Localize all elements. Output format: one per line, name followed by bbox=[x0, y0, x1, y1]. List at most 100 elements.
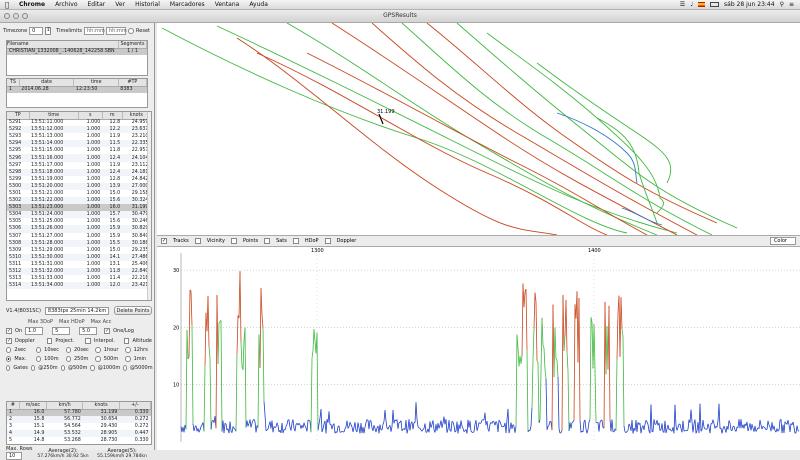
trackpoint-row[interactable]: 529913:51:19.0001.00012.824.842 bbox=[7, 176, 151, 183]
trackpoint-row[interactable]: 530713:51:27.0001.00015.930.849 bbox=[7, 233, 151, 240]
trackpoint-row[interactable]: 530313:51:23.0001.00016.031.199 bbox=[7, 204, 151, 211]
timezone-stepper[interactable]: ↕ bbox=[45, 27, 51, 35]
speed-option-radio[interactable] bbox=[31, 365, 35, 371]
timezone-input[interactable]: 0 bbox=[29, 27, 43, 35]
doppler-map-checkbox[interactable] bbox=[325, 238, 331, 244]
result-row[interactable]: 414.953.53228.9050.447 bbox=[7, 430, 151, 437]
flag-icon[interactable] bbox=[698, 2, 705, 7]
interpol-checkbox[interactable] bbox=[85, 338, 91, 344]
menu-historial[interactable]: Historial bbox=[130, 0, 165, 9]
trackpoint-row[interactable]: 531113:51:31.0001.00013.125.406 bbox=[7, 261, 151, 268]
speed-option-radio[interactable] bbox=[6, 347, 11, 353]
filter-on-checkbox[interactable]: ✓ bbox=[6, 328, 12, 334]
trackpoint-row[interactable]: 529613:51:16.0001.00012.424.104 bbox=[7, 154, 151, 161]
max-3dop-input[interactable]: 1.0 bbox=[25, 327, 43, 335]
search-icon[interactable]: ⚲ bbox=[780, 0, 784, 10]
time-from-input[interactable]: hh:mm bbox=[84, 27, 104, 35]
trackpoint-row[interactable]: 529413:51:14.0001.00011.522.335 bbox=[7, 140, 151, 147]
menu-editar[interactable]: Editar bbox=[83, 0, 111, 9]
speed-option-radio[interactable] bbox=[36, 356, 41, 362]
speed-option-radio[interactable] bbox=[95, 347, 100, 353]
speed-option-radio[interactable] bbox=[125, 347, 130, 353]
col-tp-m[interactable]: m bbox=[102, 112, 122, 119]
trackpoint-row[interactable]: 530913:51:29.0001.00015.029.235 bbox=[7, 247, 151, 254]
col-segments[interactable]: Segments bbox=[119, 41, 147, 48]
speed-option-radio[interactable] bbox=[6, 365, 10, 371]
col-res-kmh[interactable]: km/h bbox=[46, 402, 82, 409]
wifi-icon[interactable]: ☰ bbox=[680, 0, 685, 10]
trackpoint-row[interactable]: 530413:51:24.0001.00015.730.479 bbox=[7, 211, 151, 218]
trackpoints-scrollbar[interactable] bbox=[147, 112, 151, 300]
menu-marcadores[interactable]: Marcadores bbox=[165, 0, 210, 9]
vicinity-checkbox[interactable] bbox=[195, 238, 201, 244]
altitude-checkbox[interactable] bbox=[124, 338, 130, 344]
speed-option-radio[interactable] bbox=[123, 365, 127, 371]
col-filename[interactable]: Filename bbox=[7, 41, 119, 48]
trackpoint-row[interactable]: 529713:51:17.0001.00011.923.112 bbox=[7, 162, 151, 169]
menu-ver[interactable]: Ver bbox=[110, 0, 130, 9]
col-ts[interactable]: TS bbox=[7, 79, 19, 86]
trackpoint-row[interactable]: 530613:51:26.0001.00015.930.829 bbox=[7, 225, 151, 232]
volume-icon[interactable]: ♩ bbox=[690, 0, 693, 10]
trackpoint-row[interactable]: 530813:51:28.0001.00015.530.188 bbox=[7, 240, 151, 247]
col-tp-time[interactable]: time bbox=[29, 112, 78, 119]
col-date[interactable]: date bbox=[19, 79, 74, 86]
trackpoint-row[interactable]: 529313:51:13.0001.00011.923.210 bbox=[7, 133, 151, 140]
speed-option-radio[interactable] bbox=[66, 347, 71, 353]
result-row[interactable]: 116.057.78031.1990.330 bbox=[7, 409, 151, 416]
project-checkbox[interactable] bbox=[47, 338, 53, 344]
result-row[interactable]: 215.856.77230.6540.272 bbox=[7, 416, 151, 423]
speed-option-radio[interactable] bbox=[125, 356, 130, 362]
time-to-input[interactable]: hh:mm bbox=[106, 27, 126, 35]
trackpoint-row[interactable]: 531413:51:34.0001.00012.023.421 bbox=[7, 282, 151, 289]
sats-checkbox[interactable] bbox=[264, 238, 270, 244]
clock[interactable]: sáb 28 jun 23:44 bbox=[724, 0, 775, 10]
col-tp[interactable]: #TP bbox=[118, 79, 146, 86]
session-row[interactable]: 1 2014.06.28 12:23:50 8383 bbox=[7, 86, 147, 93]
col-time[interactable]: time bbox=[74, 79, 118, 86]
trackpoint-row[interactable]: 531313:51:33.0001.00011.422.218 bbox=[7, 275, 151, 282]
result-row[interactable]: 514.853.26828.7300.330 bbox=[7, 437, 151, 444]
trackpoint-row[interactable]: 530013:51:20.0001.00013.927.000 bbox=[7, 183, 151, 190]
trackpoint-row[interactable]: 530513:51:25.0001.00015.630.246 bbox=[7, 218, 151, 225]
col-tp-s[interactable]: s bbox=[78, 112, 102, 119]
col-res-knots[interactable]: knots bbox=[83, 402, 119, 409]
trackpoint-row[interactable]: 529213:51:12.0001.00012.223.637 bbox=[7, 126, 151, 133]
col-tp-num[interactable]: TP bbox=[7, 112, 29, 119]
points-checkbox[interactable] bbox=[231, 238, 237, 244]
trackpoint-row[interactable]: 530213:51:22.0001.00015.630.324 bbox=[7, 197, 151, 204]
trackpoint-row[interactable]: 529513:51:15.0001.00011.822.957 bbox=[7, 147, 151, 154]
speed-option-radio[interactable] bbox=[61, 365, 65, 371]
col-res-pm[interactable]: +/- bbox=[119, 402, 150, 409]
result-row[interactable]: 315.154.56429.4300.272 bbox=[7, 423, 151, 430]
one-log-checkbox[interactable]: ✓ bbox=[104, 328, 110, 334]
track-map[interactable]: 31.199 bbox=[157, 23, 800, 235]
color-select[interactable]: Color bbox=[770, 237, 796, 245]
speed-option-radio[interactable] bbox=[66, 356, 71, 362]
menu-app[interactable]: Chrome bbox=[14, 0, 50, 9]
doppler-checkbox[interactable]: ✓ bbox=[6, 338, 12, 344]
menu-ventana[interactable]: Ventana bbox=[210, 0, 245, 9]
menu-ayuda[interactable]: Ayuda bbox=[244, 0, 273, 9]
list-icon[interactable]: ≡ bbox=[789, 0, 794, 10]
speed-option-radio[interactable] bbox=[90, 365, 94, 371]
max-hdop-input[interactable]: 5 bbox=[52, 327, 70, 335]
speed-chart[interactable]: 10203013001400 bbox=[157, 247, 800, 450]
file-row[interactable]: CHRISTIAN_1332008_..140628_142258.SBN1 /… bbox=[7, 48, 147, 55]
reset-radio[interactable] bbox=[128, 28, 134, 34]
trackpoint-row[interactable]: 531213:51:32.0001.00011.822.840 bbox=[7, 268, 151, 275]
tracks-checkbox[interactable]: ✓ bbox=[161, 238, 167, 244]
col-res-ms[interactable]: m/sec bbox=[19, 402, 46, 409]
trackpoint-row[interactable]: 529813:51:18.0001.00012.424.181 bbox=[7, 169, 151, 176]
hdop-checkbox[interactable] bbox=[293, 238, 299, 244]
trackpoint-row[interactable]: 530113:51:21.0001.00015.029.158 bbox=[7, 190, 151, 197]
speed-option-radio[interactable] bbox=[36, 347, 41, 353]
trackpoint-row[interactable]: 531013:51:30.0001.00014.127.486 bbox=[7, 254, 151, 261]
apple-icon[interactable]:  bbox=[0, 0, 14, 9]
delete-points-button[interactable]: Delete Points bbox=[114, 306, 152, 315]
menu-archivo[interactable]: Archivo bbox=[50, 0, 82, 9]
battery-icon[interactable] bbox=[710, 2, 719, 7]
col-res-num[interactable]: # bbox=[7, 402, 19, 409]
max-acc-input[interactable]: 5.0 bbox=[79, 327, 97, 335]
max-rows-input[interactable]: 10 bbox=[6, 452, 22, 460]
